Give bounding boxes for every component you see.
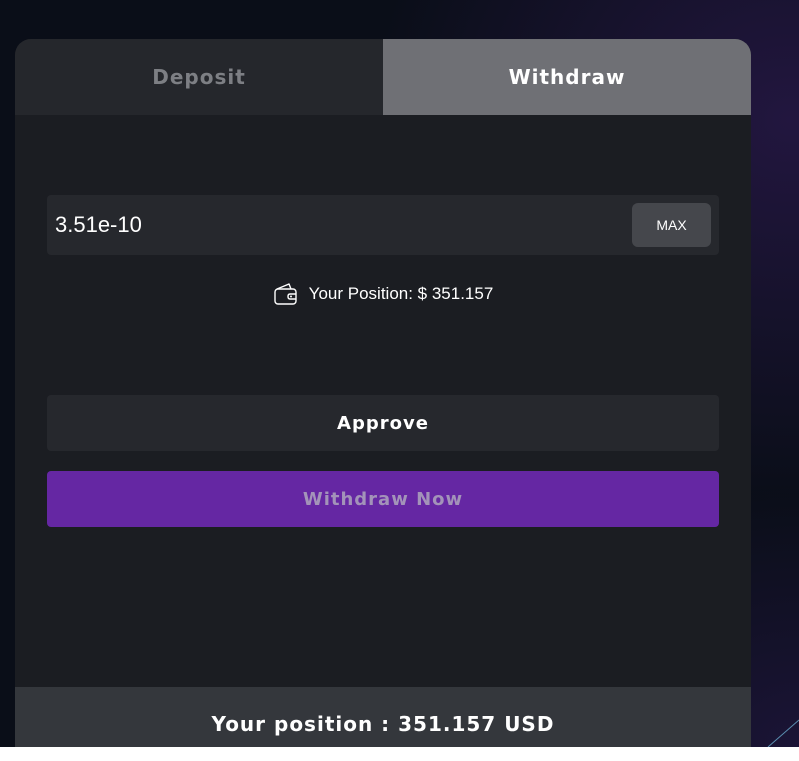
position-footer: Your position : 351.157 USD bbox=[15, 687, 751, 747]
position-label: Your Position: $ 351.157 bbox=[308, 284, 494, 303]
approve-button[interactable]: Approve bbox=[47, 395, 719, 451]
page-background: Deposit Withdraw MAX Your Position: $ 35… bbox=[0, 0, 799, 747]
tab-deposit[interactable]: Deposit bbox=[15, 39, 383, 115]
wallet-icon bbox=[273, 282, 299, 306]
tab-withdraw[interactable]: Withdraw bbox=[383, 39, 751, 115]
max-button[interactable]: MAX bbox=[632, 203, 711, 247]
withdraw-card: Deposit Withdraw MAX Your Position: $ 35… bbox=[15, 39, 751, 747]
amount-field-container: MAX bbox=[47, 195, 719, 255]
position-info: Your Position: $ 351.157 bbox=[15, 279, 751, 309]
tab-bar: Deposit Withdraw bbox=[15, 39, 751, 115]
withdraw-now-button[interactable]: Withdraw Now bbox=[47, 471, 719, 527]
amount-input[interactable] bbox=[47, 195, 627, 255]
